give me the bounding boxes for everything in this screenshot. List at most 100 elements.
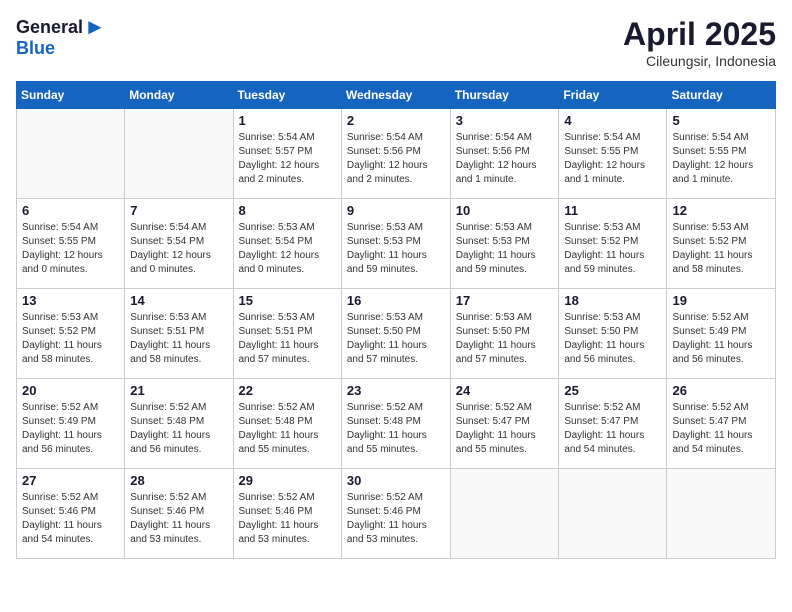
day-number: 13 xyxy=(22,293,119,308)
day-number: 15 xyxy=(239,293,336,308)
day-info: Sunrise: 5:52 AM Sunset: 5:48 PM Dayligh… xyxy=(239,401,336,457)
calendar-cell: 27 Sunrise: 5:52 AM Sunset: 5:46 PM Dayli… xyxy=(17,469,125,559)
calendar-cell xyxy=(125,109,233,199)
calendar-header-tuesday: Tuesday xyxy=(233,82,341,109)
day-number: 20 xyxy=(22,383,119,398)
day-info: Sunrise: 5:52 AM Sunset: 5:47 PM Dayligh… xyxy=(672,401,770,457)
calendar-table: SundayMondayTuesdayWednesdayThursdayFrid… xyxy=(16,81,776,559)
day-number: 8 xyxy=(239,203,336,218)
calendar-cell: 17 Sunrise: 5:53 AM Sunset: 5:50 PM Dayli… xyxy=(450,289,559,379)
day-info: Sunrise: 5:53 AM Sunset: 5:50 PM Dayligh… xyxy=(564,311,661,367)
day-info: Sunrise: 5:54 AM Sunset: 5:56 PM Dayligh… xyxy=(456,131,554,187)
title-section: April 2025 Cileungsir, Indonesia xyxy=(623,16,776,69)
day-info: Sunrise: 5:52 AM Sunset: 5:47 PM Dayligh… xyxy=(456,401,554,457)
day-info: Sunrise: 5:52 AM Sunset: 5:46 PM Dayligh… xyxy=(130,491,227,547)
day-info: Sunrise: 5:53 AM Sunset: 5:52 PM Dayligh… xyxy=(22,311,119,367)
calendar-cell: 15Sunrise: 5:53 AM Sunset: 5:51 PM Dayli… xyxy=(233,289,341,379)
calendar-week-5: 27 Sunrise: 5:52 AM Sunset: 5:46 PM Dayli… xyxy=(17,469,776,559)
calendar-cell: 1Sunrise: 5:54 AM Sunset: 5:57 PM Daylig… xyxy=(233,109,341,199)
day-info: Sunrise: 5:52 AM Sunset: 5:49 PM Dayligh… xyxy=(672,311,770,367)
calendar-cell: 7 Sunrise: 5:54 AM Sunset: 5:54 PM Daylig… xyxy=(125,199,233,289)
calendar-cell: 22 Sunrise: 5:52 AM Sunset: 5:48 PM Dayli… xyxy=(233,379,341,469)
day-number: 24 xyxy=(456,383,554,398)
day-number: 5 xyxy=(672,113,770,128)
page-header: General ► Blue April 2025 Cileungsir, In… xyxy=(16,16,776,69)
day-info: Sunrise: 5:53 AM Sunset: 5:52 PM Dayligh… xyxy=(564,221,661,277)
day-info: Sunrise: 5:53 AM Sunset: 5:54 PM Dayligh… xyxy=(239,221,336,277)
day-number: 26 xyxy=(672,383,770,398)
calendar-cell: 28Sunrise: 5:52 AM Sunset: 5:46 PM Dayli… xyxy=(125,469,233,559)
calendar-cell xyxy=(17,109,125,199)
location: Cileungsir, Indonesia xyxy=(623,53,776,69)
calendar-cell: 5 Sunrise: 5:54 AM Sunset: 5:55 PM Daylig… xyxy=(667,109,776,199)
calendar-cell: 21 Sunrise: 5:52 AM Sunset: 5:48 PM Dayli… xyxy=(125,379,233,469)
day-number: 25 xyxy=(564,383,661,398)
calendar-cell: 25 Sunrise: 5:52 AM Sunset: 5:47 PM Dayli… xyxy=(559,379,667,469)
day-info: Sunrise: 5:54 AM Sunset: 5:55 PM Dayligh… xyxy=(672,131,770,187)
day-info: Sunrise: 5:54 AM Sunset: 5:57 PM Dayligh… xyxy=(239,131,336,187)
day-number: 9 xyxy=(347,203,445,218)
day-number: 7 xyxy=(130,203,227,218)
calendar-cell: 26 Sunrise: 5:52 AM Sunset: 5:47 PM Dayli… xyxy=(667,379,776,469)
day-info: Sunrise: 5:54 AM Sunset: 5:55 PM Dayligh… xyxy=(22,221,119,277)
calendar-cell: 2 Sunrise: 5:54 AM Sunset: 5:56 PM Daylig… xyxy=(341,109,450,199)
calendar-cell: 8 Sunrise: 5:53 AM Sunset: 5:54 PM Daylig… xyxy=(233,199,341,289)
day-number: 17 xyxy=(456,293,554,308)
day-info: Sunrise: 5:52 AM Sunset: 5:48 PM Dayligh… xyxy=(347,401,445,457)
calendar-header-monday: Monday xyxy=(125,82,233,109)
logo-icon: ► xyxy=(84,16,106,38)
day-info: Sunrise: 5:53 AM Sunset: 5:50 PM Dayligh… xyxy=(456,311,554,367)
logo-blue: Blue xyxy=(16,38,55,58)
calendar-header-row: SundayMondayTuesdayWednesdayThursdayFrid… xyxy=(17,82,776,109)
day-number: 21 xyxy=(130,383,227,398)
calendar-week-1: 1Sunrise: 5:54 AM Sunset: 5:57 PM Daylig… xyxy=(17,109,776,199)
day-info: Sunrise: 5:53 AM Sunset: 5:51 PM Dayligh… xyxy=(130,311,227,367)
day-info: Sunrise: 5:54 AM Sunset: 5:56 PM Dayligh… xyxy=(347,131,445,187)
calendar-week-3: 13 Sunrise: 5:53 AM Sunset: 5:52 PM Dayli… xyxy=(17,289,776,379)
calendar-cell: 11 Sunrise: 5:53 AM Sunset: 5:52 PM Dayli… xyxy=(559,199,667,289)
day-number: 23 xyxy=(347,383,445,398)
day-number: 14 xyxy=(130,293,227,308)
calendar-header-thursday: Thursday xyxy=(450,82,559,109)
day-info: Sunrise: 5:52 AM Sunset: 5:48 PM Dayligh… xyxy=(130,401,227,457)
calendar-cell: 14 Sunrise: 5:53 AM Sunset: 5:51 PM Dayli… xyxy=(125,289,233,379)
calendar-header-saturday: Saturday xyxy=(667,82,776,109)
calendar-cell: 4Sunrise: 5:54 AM Sunset: 5:55 PM Daylig… xyxy=(559,109,667,199)
day-number: 6 xyxy=(22,203,119,218)
calendar-cell: 30Sunrise: 5:52 AM Sunset: 5:46 PM Dayli… xyxy=(341,469,450,559)
day-number: 29 xyxy=(239,473,336,488)
day-info: Sunrise: 5:53 AM Sunset: 5:52 PM Dayligh… xyxy=(672,221,770,277)
calendar-header-friday: Friday xyxy=(559,82,667,109)
day-number: 30 xyxy=(347,473,445,488)
day-info: Sunrise: 5:52 AM Sunset: 5:47 PM Dayligh… xyxy=(564,401,661,457)
calendar-cell xyxy=(559,469,667,559)
calendar-cell xyxy=(667,469,776,559)
day-number: 10 xyxy=(456,203,554,218)
calendar-cell: 10Sunrise: 5:53 AM Sunset: 5:53 PM Dayli… xyxy=(450,199,559,289)
calendar-header-sunday: Sunday xyxy=(17,82,125,109)
calendar-week-2: 6 Sunrise: 5:54 AM Sunset: 5:55 PM Daylig… xyxy=(17,199,776,289)
calendar-week-4: 20Sunrise: 5:52 AM Sunset: 5:49 PM Dayli… xyxy=(17,379,776,469)
day-info: Sunrise: 5:54 AM Sunset: 5:54 PM Dayligh… xyxy=(130,221,227,277)
day-number: 18 xyxy=(564,293,661,308)
day-number: 16 xyxy=(347,293,445,308)
calendar-cell: 29 Sunrise: 5:52 AM Sunset: 5:46 PM Dayli… xyxy=(233,469,341,559)
day-number: 2 xyxy=(347,113,445,128)
day-number: 11 xyxy=(564,203,661,218)
calendar-cell: 9 Sunrise: 5:53 AM Sunset: 5:53 PM Daylig… xyxy=(341,199,450,289)
calendar-cell: 3Sunrise: 5:54 AM Sunset: 5:56 PM Daylig… xyxy=(450,109,559,199)
calendar-cell: 18 Sunrise: 5:53 AM Sunset: 5:50 PM Dayli… xyxy=(559,289,667,379)
calendar-cell: 16 Sunrise: 5:53 AM Sunset: 5:50 PM Dayli… xyxy=(341,289,450,379)
calendar-cell: 12Sunrise: 5:53 AM Sunset: 5:52 PM Dayli… xyxy=(667,199,776,289)
day-number: 27 xyxy=(22,473,119,488)
day-number: 22 xyxy=(239,383,336,398)
calendar-cell: 19Sunrise: 5:52 AM Sunset: 5:49 PM Dayli… xyxy=(667,289,776,379)
day-info: Sunrise: 5:52 AM Sunset: 5:46 PM Dayligh… xyxy=(239,491,336,547)
calendar-header-wednesday: Wednesday xyxy=(341,82,450,109)
calendar-cell: 13 Sunrise: 5:53 AM Sunset: 5:52 PM Dayli… xyxy=(17,289,125,379)
day-info: Sunrise: 5:52 AM Sunset: 5:46 PM Dayligh… xyxy=(22,491,119,547)
month-title: April 2025 xyxy=(623,16,776,53)
day-info: Sunrise: 5:54 AM Sunset: 5:55 PM Dayligh… xyxy=(564,131,661,187)
day-info: Sunrise: 5:53 AM Sunset: 5:53 PM Dayligh… xyxy=(347,221,445,277)
day-info: Sunrise: 5:53 AM Sunset: 5:50 PM Dayligh… xyxy=(347,311,445,367)
